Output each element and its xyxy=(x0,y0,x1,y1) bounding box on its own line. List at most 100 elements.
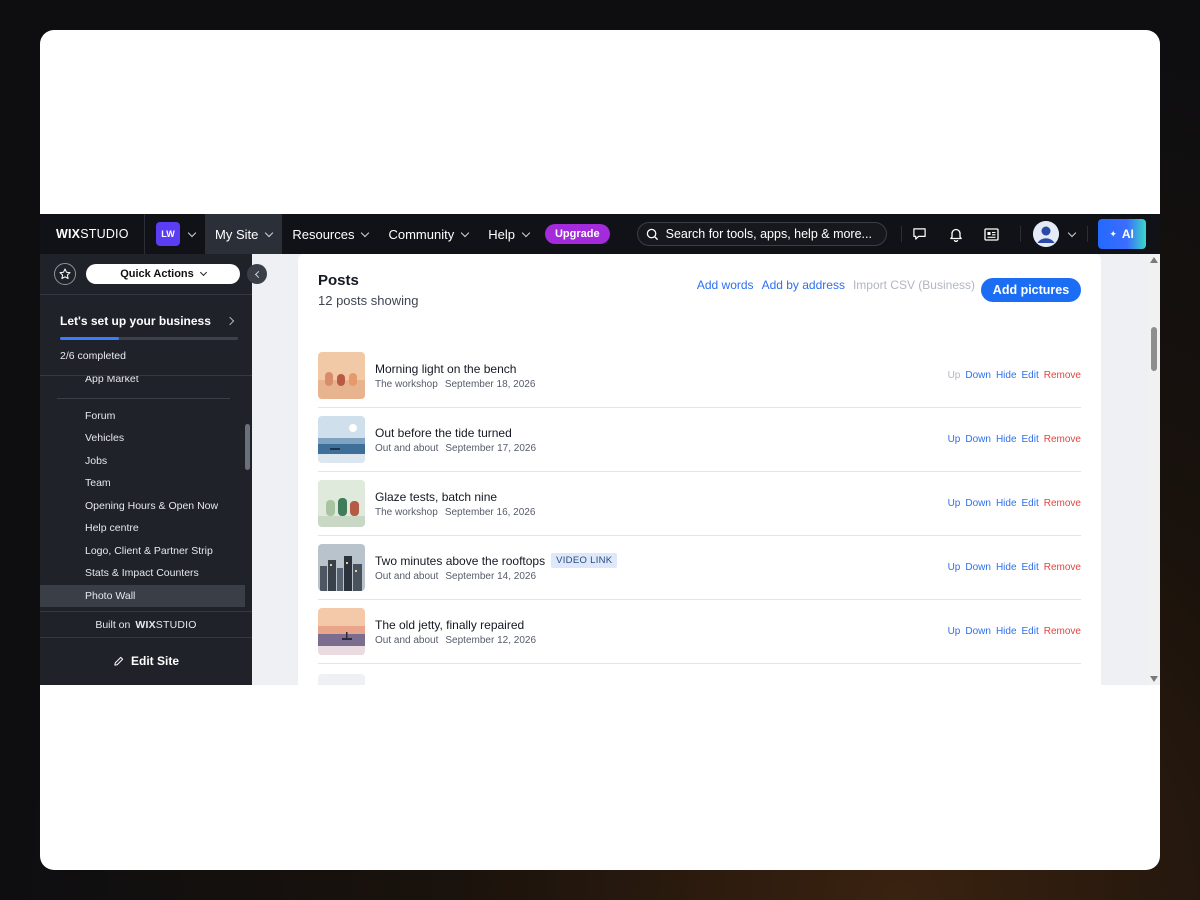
updates-button[interactable] xyxy=(974,214,1010,254)
chevron-down-icon xyxy=(187,228,197,237)
sidebar-item-jobs[interactable]: Jobs xyxy=(40,450,245,473)
hide-link[interactable]: Hide xyxy=(996,562,1017,573)
divider xyxy=(57,397,230,399)
logo-bold-text: WIX xyxy=(56,227,81,241)
scroll-up-arrow-icon[interactable] xyxy=(1150,257,1158,263)
nav-community[interactable]: Community xyxy=(378,214,478,254)
add-by-address-link[interactable]: Add by address xyxy=(762,278,845,292)
video-link-badge: VIDEO LINK xyxy=(551,553,618,568)
sidebar-item-app-market[interactable]: App Market xyxy=(40,376,245,391)
edit-link[interactable]: Edit xyxy=(1022,498,1039,509)
ai-assistant-button[interactable]: ✦ AI xyxy=(1097,219,1146,249)
post-title: Glaze tests, batch nine xyxy=(375,490,535,504)
messages-button[interactable] xyxy=(902,214,938,254)
nav-help[interactable]: Help xyxy=(478,214,539,254)
post-thumbnail[interactable] xyxy=(318,544,365,591)
add-words-link[interactable]: Add words xyxy=(697,278,754,292)
setup-checklist[interactable]: Let's set up your business 2/6 completed xyxy=(40,295,252,376)
hide-link[interactable]: Hide xyxy=(996,626,1017,637)
post-row[interactable]: The old jetty, finally repaired Out and … xyxy=(318,600,1081,664)
nav-my-site[interactable]: My Site xyxy=(205,214,283,254)
post-row[interactable]: Two minutes above the rooftops VIDEO LINK… xyxy=(318,536,1081,600)
sidebar-item-label: Team xyxy=(85,477,111,490)
setup-progress-bar xyxy=(60,337,238,340)
sidebar-item-logo-client-partner-strip[interactable]: Logo, Client & Partner Strip xyxy=(40,540,245,563)
search-bar[interactable] xyxy=(636,222,887,246)
upgrade-button[interactable]: Upgrade xyxy=(544,224,610,244)
move-down-link[interactable]: Down xyxy=(965,370,991,381)
edit-link[interactable]: Edit xyxy=(1022,626,1039,637)
post-thumbnail[interactable] xyxy=(318,416,365,463)
nav-label: My Site xyxy=(215,226,259,242)
chat-icon xyxy=(913,228,926,240)
sidebar-item-photo-wall[interactable]: Photo Wall xyxy=(40,584,245,607)
sidebar-item-vehicles[interactable]: Vehicles xyxy=(40,427,245,450)
move-down-link[interactable]: Down xyxy=(965,626,991,637)
post-meta: The workshop September 16, 2026 xyxy=(375,507,535,518)
post-date: September 14, 2026 xyxy=(445,571,537,582)
notifications-button[interactable] xyxy=(938,214,974,254)
move-down-link[interactable]: Down xyxy=(965,498,991,509)
sidebar-item-label: Forum xyxy=(85,409,116,422)
post-thumbnail-partial[interactable] xyxy=(318,674,365,685)
quick-actions-button[interactable]: Quick Actions xyxy=(86,264,240,284)
hide-link[interactable]: Hide xyxy=(996,498,1017,509)
sidebar-item-label: Stats & Impact Counters xyxy=(85,567,199,580)
post-title-text: Glaze tests, batch nine xyxy=(375,489,498,504)
post-title: Out before the tide turned xyxy=(375,426,536,440)
remove-link[interactable]: Remove xyxy=(1044,370,1081,381)
sidebar-item-help-centre[interactable]: Help centre xyxy=(40,517,245,540)
scroll-down-arrow-icon[interactable] xyxy=(1150,676,1158,682)
search-icon xyxy=(646,228,658,240)
divider xyxy=(1086,226,1088,242)
edit-link[interactable]: Edit xyxy=(1022,370,1039,381)
chevron-down-icon xyxy=(361,228,370,237)
edit-link[interactable]: Edit xyxy=(1022,562,1039,573)
move-down-link[interactable]: Down xyxy=(965,434,991,445)
remove-link[interactable]: Remove xyxy=(1044,626,1081,637)
edit-link[interactable]: Edit xyxy=(1022,434,1039,445)
post-row[interactable]: Out before the tide turned Out and about… xyxy=(318,408,1081,472)
remove-link[interactable]: Remove xyxy=(1044,498,1081,509)
sidebar-item-opening-hours-open-now[interactable]: Opening Hours & Open Now xyxy=(40,495,245,518)
move-up-link[interactable]: Up xyxy=(948,562,961,573)
sidebar-scrollbar[interactable] xyxy=(245,424,250,470)
sidebar-item-forum[interactable]: Forum xyxy=(40,405,245,428)
edit-site-button[interactable]: Edit Site xyxy=(40,638,252,684)
post-row[interactable]: Morning light on the bench The workshop … xyxy=(318,344,1081,408)
logo-bold-text: WIX xyxy=(135,618,156,631)
site-switcher[interactable]: LW xyxy=(145,214,205,254)
add-pictures-button[interactable]: Add pictures xyxy=(981,278,1081,302)
sidebar-item-stats-impact-counters[interactable]: Stats & Impact Counters xyxy=(40,562,245,585)
move-up-link[interactable]: Up xyxy=(948,498,961,509)
remove-link[interactable]: Remove xyxy=(1044,434,1081,445)
hide-link[interactable]: Hide xyxy=(996,434,1017,445)
sidebar-item-team[interactable]: Team xyxy=(40,472,245,495)
post-meta: Out and about September 12, 2026 xyxy=(375,635,536,646)
wix-studio-logo[interactable]: WIXSTUDIO xyxy=(40,227,144,241)
post-row[interactable]: Glaze tests, batch nine The workshop Sep… xyxy=(318,472,1081,536)
remove-link[interactable]: Remove xyxy=(1044,562,1081,573)
sidebar-item-label: Vehicles xyxy=(85,432,125,445)
post-thumbnail[interactable] xyxy=(318,352,365,399)
hide-link[interactable]: Hide xyxy=(996,370,1017,381)
move-up-link[interactable]: Up xyxy=(948,434,961,445)
account-menu[interactable] xyxy=(1021,221,1087,247)
page-scrollbar[interactable] xyxy=(1148,254,1160,685)
collapse-sidebar-button[interactable] xyxy=(247,264,267,284)
built-on-label: Built on xyxy=(95,618,131,631)
post-thumbnail[interactable] xyxy=(318,608,365,655)
scrollbar-thumb[interactable] xyxy=(1151,327,1157,371)
move-down-link[interactable]: Down xyxy=(965,562,991,573)
favorites-button[interactable] xyxy=(54,263,76,285)
search-input[interactable] xyxy=(665,227,876,241)
sidebar-nav: App Market Forum Vehicles Jobs Team Opening … xyxy=(40,376,252,611)
nav-resources[interactable]: Resources xyxy=(282,214,378,254)
post-title: The old jetty, finally repaired xyxy=(375,618,536,632)
built-on-logo: WIXSTUDIO xyxy=(135,619,196,631)
sidebar: Quick Actions Let's set up your business… xyxy=(40,254,252,685)
post-thumbnail[interactable] xyxy=(318,480,365,527)
post-actions: Up Down Hide Edit Remove xyxy=(948,434,1081,445)
move-up-link[interactable]: Up xyxy=(948,626,961,637)
post-actions: Up Down Hide Edit Remove xyxy=(948,370,1081,381)
